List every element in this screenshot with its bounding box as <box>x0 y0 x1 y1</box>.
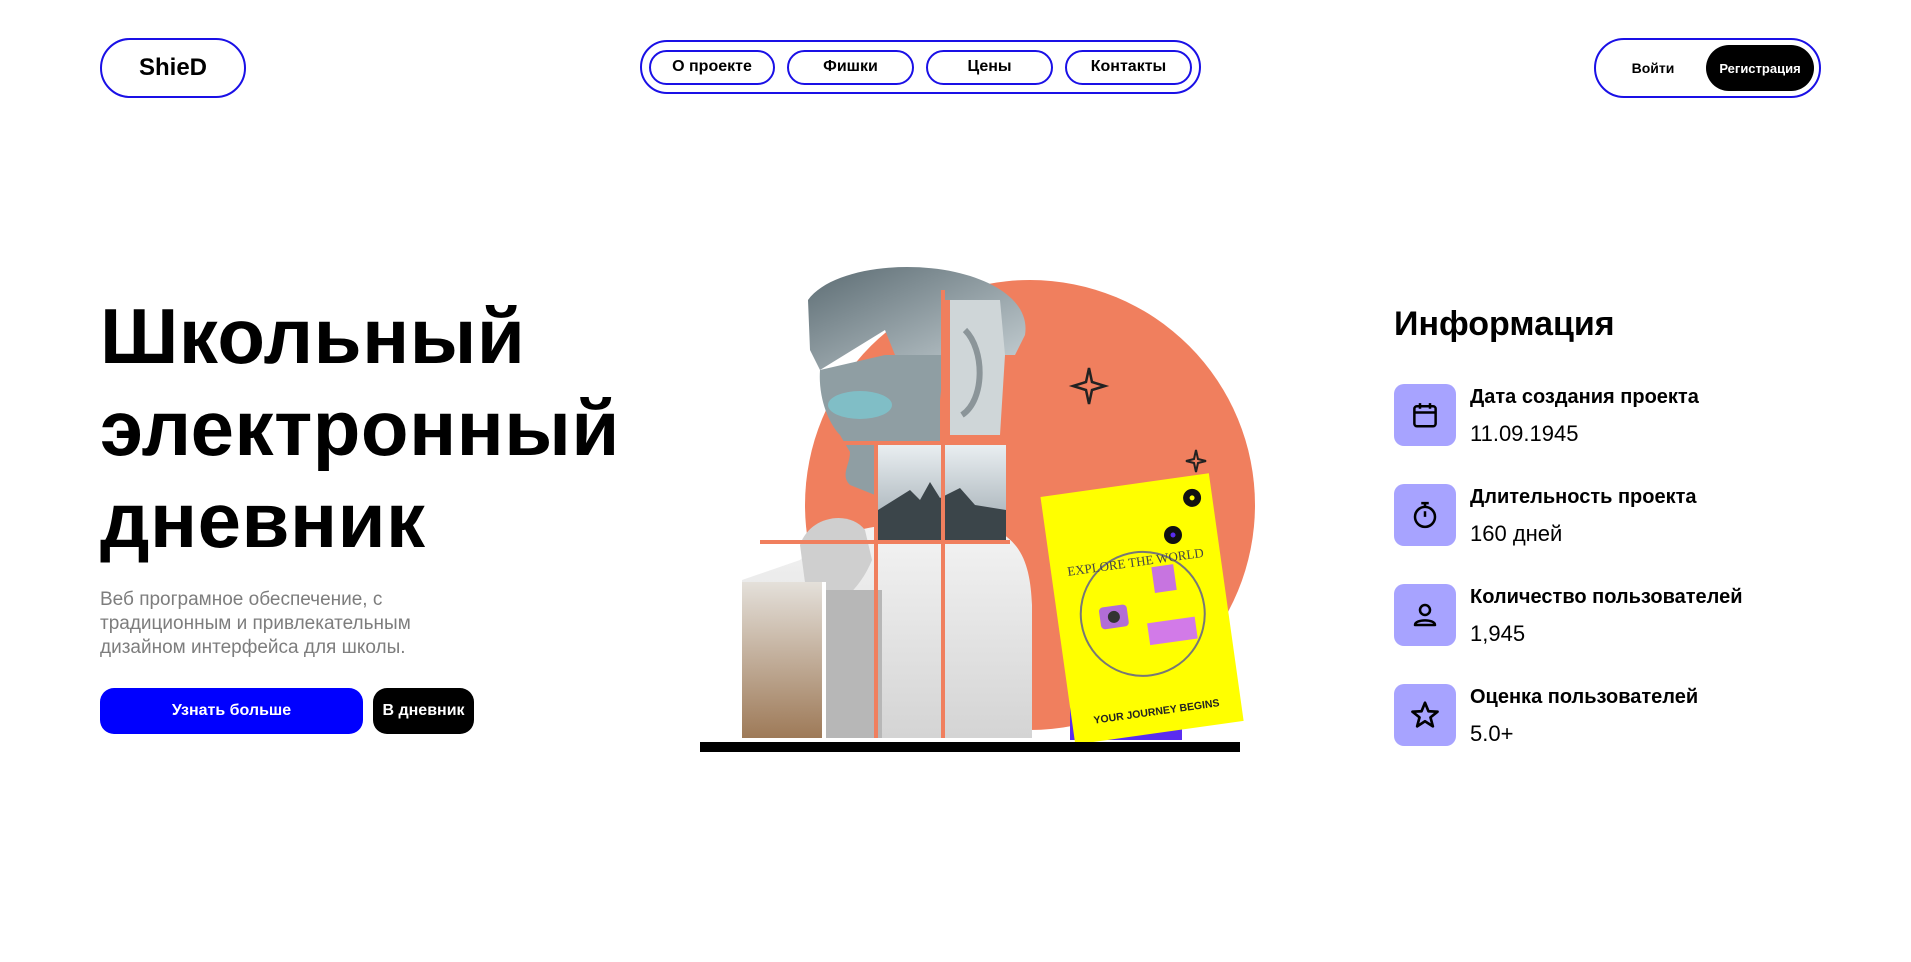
hero-title-line-2: электронный <box>100 384 620 472</box>
nav-features[interactable]: Фишки <box>787 49 914 85</box>
login-button[interactable]: Войти <box>1600 44 1706 92</box>
info-icon-tile <box>1394 484 1456 546</box>
info-item-users: Количество пользователей 1,945 <box>1394 584 1814 648</box>
info-value: 1,945 <box>1470 621 1526 646</box>
nav-about[interactable]: О проекте <box>649 49 775 85</box>
register-button[interactable]: Регистрация <box>1706 45 1814 91</box>
nav-contacts[interactable]: Контакты <box>1065 49 1192 85</box>
info-icon-tile <box>1394 584 1456 646</box>
info-value: 11.09.1945 <box>1470 421 1579 446</box>
hero-title-line-1: Школьный <box>100 292 526 380</box>
info-label: Оценка пользователей <box>1470 686 1699 708</box>
info-icon-tile <box>1394 684 1456 746</box>
stopwatch-icon <box>1413 501 1437 529</box>
info-item-duration: Длительность проекта 160 дней <box>1394 484 1814 548</box>
hero-title: Школьный электронный дневник <box>100 290 720 566</box>
info-item-rating: Оценка пользователей 5.0+ <box>1394 684 1814 748</box>
info-label: Дата создания проекта <box>1470 386 1699 408</box>
diary-button[interactable]: В дневник <box>373 688 474 734</box>
learn-more-button[interactable]: Узнать больше <box>100 688 363 734</box>
calendar-icon <box>1413 403 1437 428</box>
info-item-created: Дата создания проекта 11.09.1945 <box>1394 384 1814 448</box>
info-title: Информация <box>1394 305 1615 343</box>
logo[interactable]: ShieD <box>100 38 246 98</box>
main-nav: О проекте Фишки Цены Контакты <box>640 40 1201 94</box>
info-icon-tile <box>1394 384 1456 446</box>
collage-illustration: EXPLORE THE WORLD YOUR JOURNEY BEGINS <box>700 267 1255 752</box>
auth-group: Войти Регистрация <box>1594 38 1821 98</box>
hero-subtitle: Веб програмное обеспечение, с традиционн… <box>100 589 411 658</box>
explore-book: EXPLORE THE WORLD YOUR JOURNEY BEGINS <box>1040 473 1244 745</box>
info-value: 5.0+ <box>1470 721 1514 746</box>
hero-title-line-3: дневник <box>100 476 426 564</box>
info-label: Количество пользователей <box>1470 586 1743 608</box>
hero-illustration: EXPLORE THE WORLD YOUR JOURNEY BEGINS <box>700 260 1260 760</box>
info-label: Длительность проекта <box>1470 486 1697 508</box>
info-value: 160 дней <box>1470 521 1563 546</box>
user-icon <box>1413 603 1437 627</box>
star-icon <box>1411 701 1439 728</box>
nav-prices[interactable]: Цены <box>926 49 1053 85</box>
ground-bar <box>700 742 1240 752</box>
